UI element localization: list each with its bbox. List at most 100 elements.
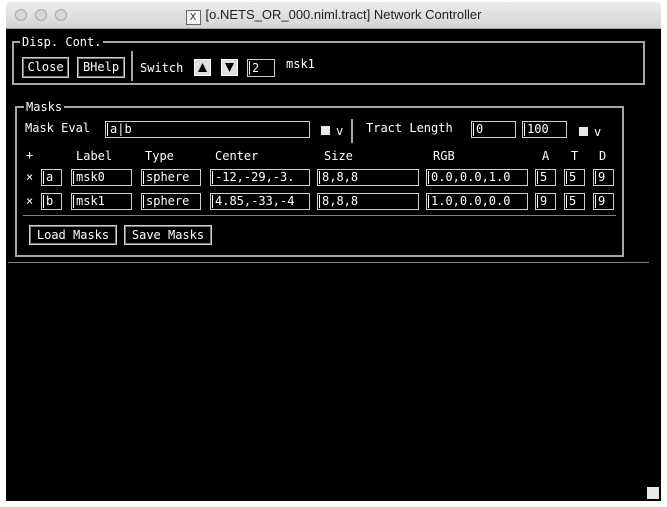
x11-logo-icon: X: [185, 10, 201, 25]
bhelp-button[interactable]: BHelp: [77, 57, 125, 78]
save-masks-button[interactable]: Save Masks: [124, 225, 212, 245]
resize-grip-icon[interactable]: [647, 487, 659, 499]
mask-letter-field[interactable]: b: [41, 193, 62, 210]
triangle-up-icon: [198, 63, 207, 72]
text-caret: [319, 171, 320, 184]
text-caret: [566, 195, 567, 208]
switch-number-value: 2: [252, 61, 260, 75]
mask-letter-value: a: [46, 170, 54, 184]
mask-rgb-value: 0.0,0.0,1.0: [431, 170, 511, 184]
mask-type-field[interactable]: sphere: [141, 169, 201, 186]
text-caret: [428, 195, 429, 208]
mask-letter-field[interactable]: a: [41, 169, 62, 186]
text-caret: [595, 195, 596, 208]
mask-rgb-value: 1.0,0.0,0.0: [431, 194, 511, 208]
text-caret: [143, 195, 144, 208]
mask-label-value: msk0: [76, 170, 105, 184]
mask-a-value: 9: [540, 194, 548, 208]
text-caret: [212, 195, 213, 208]
tract-length-label: Tract Length: [366, 121, 453, 135]
mask-d-value: 9: [598, 170, 606, 184]
mask-rgb-field[interactable]: 1.0,0.0,0.0: [426, 193, 528, 210]
text-caret: [595, 171, 596, 184]
center-header: Center: [215, 149, 259, 163]
mask-t-value: 5: [569, 194, 577, 208]
mask-rgb-field[interactable]: 0.0,0.0,1.0: [426, 169, 528, 186]
mask-label-field[interactable]: msk1: [71, 193, 132, 210]
app-window: X [o.NETS_OR_000.niml.tract] Network Cont…: [6, 2, 661, 501]
text-caret: [566, 171, 567, 184]
rgb-header: RGB: [433, 149, 455, 163]
mask-type-value: sphere: [146, 170, 190, 184]
delete-mask-button[interactable]: ×: [26, 194, 33, 208]
mask-d-field[interactable]: 9: [593, 193, 614, 210]
tract-length-v-label: v: [594, 125, 602, 139]
tract-length-max-field[interactable]: 100: [522, 121, 567, 138]
t-header: T: [571, 149, 579, 163]
mask-center-value: 4.85,-33,-4: [215, 194, 295, 208]
tract-length-v-checkbox[interactable]: [579, 127, 588, 136]
text-caret: [428, 171, 429, 184]
mask-eval-v-checkbox[interactable]: [321, 126, 330, 135]
text-caret: [537, 171, 538, 184]
type-header: Type: [145, 149, 174, 163]
switch-mask-name: msk1: [286, 57, 315, 71]
mask-d-value: 9: [598, 194, 606, 208]
text-caret: [43, 171, 44, 184]
mask-eval-value: a|b: [110, 122, 132, 136]
masks-label: Masks: [24, 100, 65, 114]
mask-center-value: -12,-29,-3.: [215, 170, 295, 184]
text-caret: [73, 195, 74, 208]
triangle-down-icon: [225, 63, 234, 72]
text-caret: [143, 171, 144, 184]
disp-cont-separator: [131, 51, 133, 81]
mask-a-value: 5: [540, 170, 548, 184]
switch-down-button[interactable]: [221, 59, 238, 76]
mask-t-field[interactable]: 5: [564, 169, 585, 186]
close-button[interactable]: Close: [22, 57, 69, 78]
text-caret: [319, 195, 320, 208]
switch-up-button[interactable]: [194, 59, 211, 76]
window-title: [o.NETS_OR_000.niml.tract] Network Contr…: [205, 7, 482, 22]
mask-center-field[interactable]: -12,-29,-3.: [210, 169, 310, 186]
title-bar[interactable]: X [o.NETS_OR_000.niml.tract] Network Cont…: [6, 2, 661, 29]
a-header: A: [542, 149, 550, 163]
add-mask-header[interactable]: +: [26, 148, 33, 162]
mask-eval-label: Mask Eval: [25, 121, 91, 135]
tract-length-max-value: 100: [527, 122, 549, 136]
text-caret: [524, 123, 525, 136]
switch-number-field[interactable]: 2: [247, 59, 275, 77]
masks-separator: [351, 119, 353, 143]
disp-cont-label: Disp. Cont.: [20, 35, 104, 49]
load-masks-button[interactable]: Load Masks: [29, 225, 117, 245]
mask-d-field[interactable]: 9: [593, 169, 614, 186]
mask-eval-v-label: v: [336, 124, 344, 138]
mask-a-field[interactable]: 9: [535, 193, 556, 210]
delete-mask-button[interactable]: ×: [26, 170, 33, 184]
mask-label-value: msk1: [76, 194, 105, 208]
mask-label-field[interactable]: msk0: [71, 169, 132, 186]
mask-center-field[interactable]: 4.85,-33,-4: [210, 193, 310, 210]
mask-size-field[interactable]: 8,8,8: [317, 169, 419, 186]
mask-type-field[interactable]: sphere: [141, 193, 201, 210]
panel-bottom-divider: [8, 262, 649, 263]
controller-content: Disp. Cont. Close BHelp Switch 2 msk1 Ma…: [6, 29, 661, 501]
mask-letter-value: b: [46, 194, 54, 208]
d-header: D: [599, 149, 607, 163]
text-caret: [73, 171, 74, 184]
window-title-area: X [o.NETS_OR_000.niml.tract] Network Cont…: [6, 7, 661, 25]
mask-type-value: sphere: [146, 194, 190, 208]
mask-size-field[interactable]: 8,8,8: [317, 193, 419, 210]
text-caret: [537, 195, 538, 208]
tract-length-min-field[interactable]: 0: [471, 121, 516, 138]
label-header: Label: [76, 149, 113, 163]
text-caret: [43, 195, 44, 208]
text-caret: [249, 61, 250, 75]
masks-row-divider: [23, 215, 616, 216]
mask-a-field[interactable]: 5: [535, 169, 556, 186]
switch-label: Switch: [140, 61, 184, 75]
mask-eval-field[interactable]: a|b: [105, 121, 310, 138]
mask-t-field[interactable]: 5: [564, 193, 585, 210]
tract-length-min-value: 0: [476, 122, 484, 136]
mask-size-value: 8,8,8: [322, 170, 359, 184]
